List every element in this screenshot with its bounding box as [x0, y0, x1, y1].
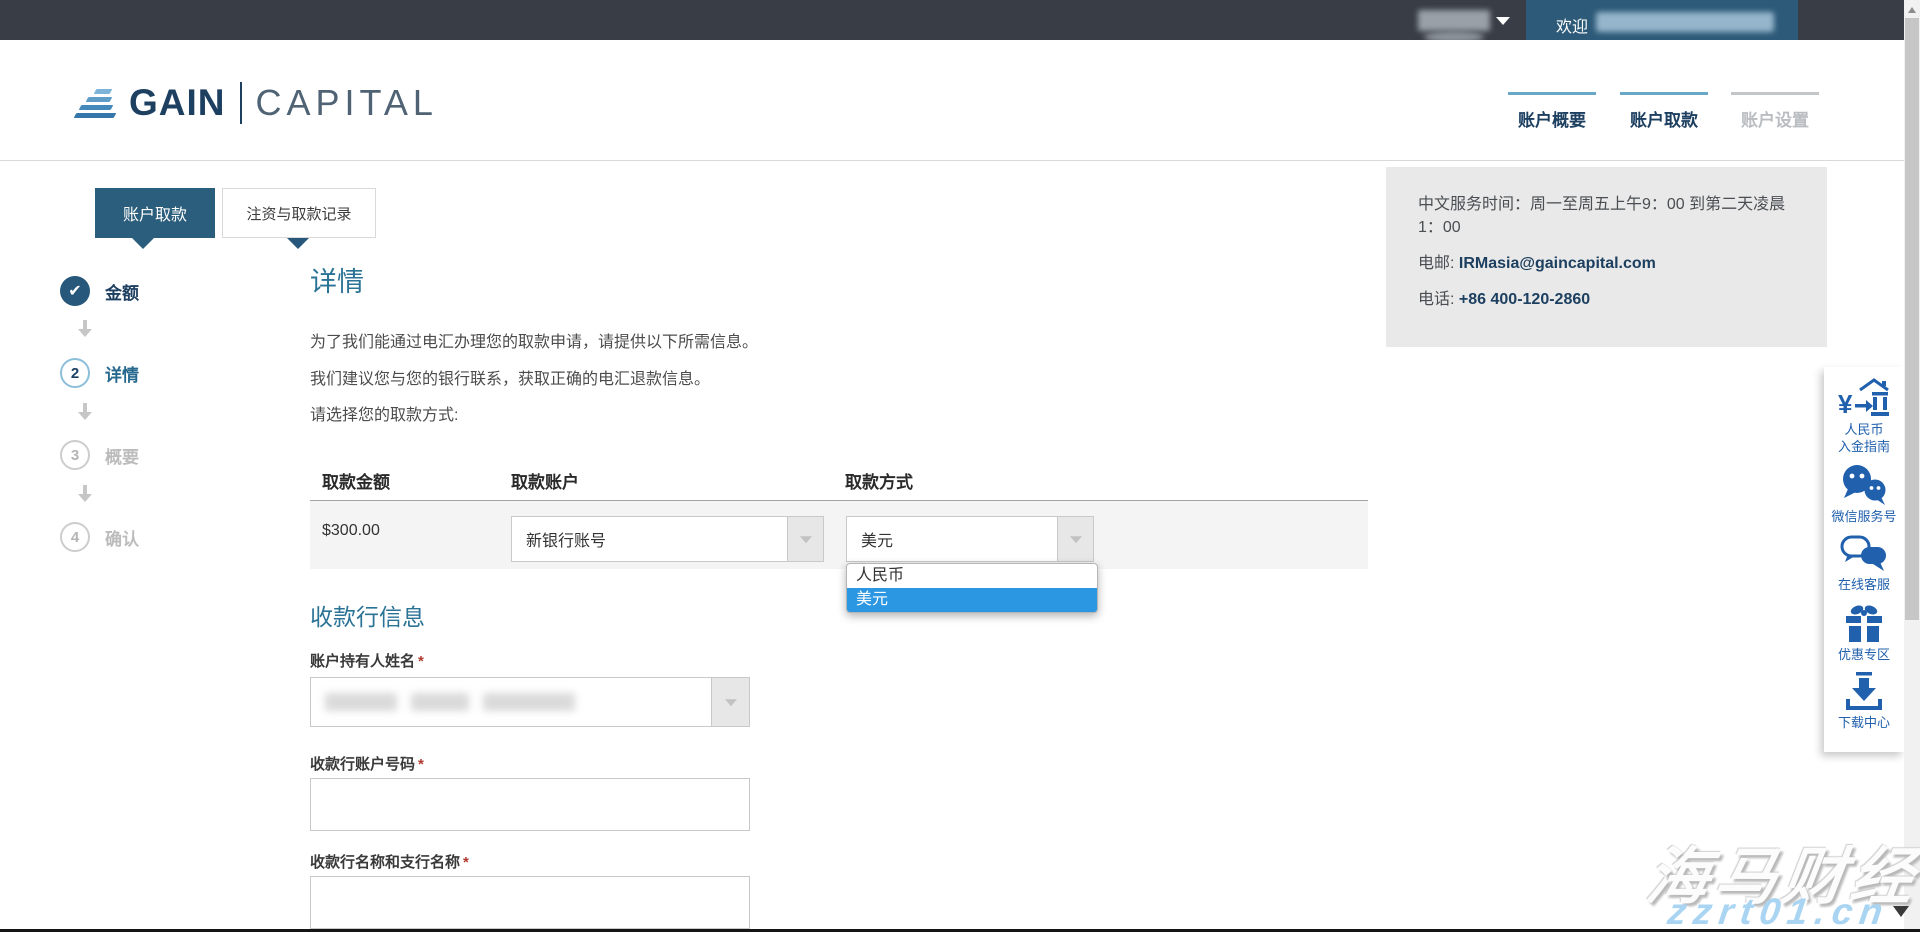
account-name-blurred[interactable]	[1418, 10, 1490, 31]
service-hours-text: 中文服务时间：周一至周五上午9：00 到第二天凌晨1：00	[1418, 193, 1795, 239]
page-scrollbar[interactable]	[1904, 0, 1920, 932]
nav-account-settings[interactable]: 账户设置	[1731, 92, 1819, 131]
step-details: 2 详情	[60, 358, 139, 388]
bank-account-number-label: 收款行账户号码*	[310, 753, 424, 774]
step-down-arrow-icon	[78, 403, 92, 420]
option-rmb[interactable]: 人民币	[847, 564, 1097, 588]
email-label: 电邮:	[1418, 255, 1454, 272]
svg-text:¥: ¥	[1838, 389, 1853, 419]
logo-stripes-icon	[75, 87, 121, 119]
download-center-icon	[1844, 672, 1884, 712]
scrollbar-up-arrow-icon[interactable]	[1908, 7, 1916, 13]
email-value: IRMasia@gaincapital.com	[1459, 255, 1656, 272]
tab-pointer-icon	[287, 238, 309, 249]
nav-account-withdrawal[interactable]: 账户取款	[1620, 92, 1708, 131]
step-number: 2	[60, 358, 90, 388]
account-dropdown-caret-icon[interactable]	[1496, 17, 1510, 25]
bank-info-section-title: 收款行信息	[310, 598, 425, 632]
service-email-row: 电邮: IRMasia@gaincapital.com	[1418, 252, 1795, 275]
col-header-withdrawal-amount: 取款金额	[322, 468, 390, 493]
instruction-text: 请选择您的取款方式:	[310, 401, 458, 425]
chevron-down-icon[interactable]	[787, 517, 823, 561]
account-holder-name-label: 账户持有人姓名*	[310, 650, 424, 671]
logo-capital-text: CAPITAL	[256, 82, 438, 124]
nav-account-overview[interactable]: 账户概要	[1508, 92, 1596, 131]
floating-service-bar: ¥ 人民币 入金指南 微信服务号 在线客服	[1824, 367, 1904, 752]
step-down-arrow-icon	[78, 485, 92, 502]
required-asterisk: *	[418, 653, 424, 670]
header: GAIN CAPITAL 账户概要 账户取款 账户设置	[0, 40, 1904, 161]
service-info-panel: 中文服务时间：周一至周五上午9：00 到第二天凌晨1：00 电邮: IRMasi…	[1386, 167, 1827, 347]
logo-gain-text: GAIN	[129, 82, 226, 124]
watermark-url: zzrt01.cn	[1665, 891, 1892, 933]
page-title: 详情	[310, 260, 364, 299]
chevron-down-icon[interactable]	[1057, 517, 1093, 561]
service-phone-row: 电话: +86 400-120-2860	[1418, 288, 1795, 311]
withdrawal-account-dropdown[interactable]: 新银行账号	[511, 516, 824, 562]
step-down-arrow-icon	[78, 320, 92, 337]
bank-account-number-input[interactable]	[310, 778, 750, 831]
scrollbar-thumb[interactable]	[1905, 18, 1919, 620]
chevron-down-icon[interactable]	[711, 678, 749, 726]
step-summary: 3 概要	[60, 440, 139, 470]
bank-branch-name-label: 收款行名称和支行名称*	[310, 851, 469, 872]
required-asterisk: *	[463, 854, 469, 871]
instruction-text: 我们建议您与您的银行联系，获取正确的电汇退款信息。	[310, 365, 710, 389]
cursor-arrow-icon	[1893, 906, 1909, 917]
gain-capital-logo: GAIN CAPITAL	[75, 82, 438, 124]
top-bar: 欢迎	[0, 0, 1920, 40]
wechat-icon	[1840, 464, 1888, 506]
tab-account-withdrawal[interactable]: 账户取款	[95, 188, 215, 238]
phone-label: 电话:	[1418, 291, 1454, 308]
welcome-label: 欢迎	[1556, 13, 1588, 37]
live-chat-icon	[1840, 534, 1888, 574]
instruction-text: 为了我们能通过电汇办理您的取款申请，请提供以下所需信息。	[310, 328, 758, 352]
phone-value: +86 400-120-2860	[1459, 291, 1590, 308]
account-holder-name-blurred	[325, 693, 589, 711]
sidebar-item-wechat[interactable]: 微信服务号	[1831, 464, 1896, 525]
account-holder-name-select[interactable]	[310, 677, 750, 727]
withdrawal-method-dropdown[interactable]: 美元	[846, 516, 1094, 562]
step-confirm: 4 确认	[60, 522, 139, 552]
sidebar-item-promotions[interactable]: 优惠专区	[1838, 602, 1890, 663]
withdrawal-table-row	[310, 501, 1368, 569]
sidebar-item-live-chat[interactable]: 在线客服	[1838, 534, 1890, 593]
withdrawal-amount-value: $300.00	[322, 522, 380, 540]
welcome-username-blurred	[1596, 12, 1774, 32]
col-header-withdrawal-method: 取款方式	[845, 468, 913, 493]
currency-dropdown-list: 人民币 美元	[846, 563, 1098, 613]
step-number: 3	[60, 440, 90, 470]
col-header-withdrawal-account: 取款账户	[511, 468, 579, 493]
rmb-deposit-guide-icon: ¥	[1838, 377, 1890, 419]
sidebar-item-download-center[interactable]: 下载中心	[1838, 672, 1890, 731]
option-usd[interactable]: 美元	[847, 588, 1097, 612]
promotions-gift-icon	[1844, 602, 1884, 644]
tab-pointer-icon	[132, 238, 154, 249]
bank-branch-name-input[interactable]	[310, 876, 750, 929]
tab-funding-withdrawal-history[interactable]: 注资与取款记录	[222, 188, 376, 238]
step-number: 4	[60, 522, 90, 552]
check-icon: ✔	[60, 276, 90, 306]
sidebar-item-rmb-deposit-guide[interactable]: ¥ 人民币 入金指南	[1838, 377, 1890, 455]
logo-divider	[240, 82, 242, 124]
step-amount: ✔ 金额	[60, 276, 139, 306]
required-asterisk: *	[418, 756, 424, 773]
